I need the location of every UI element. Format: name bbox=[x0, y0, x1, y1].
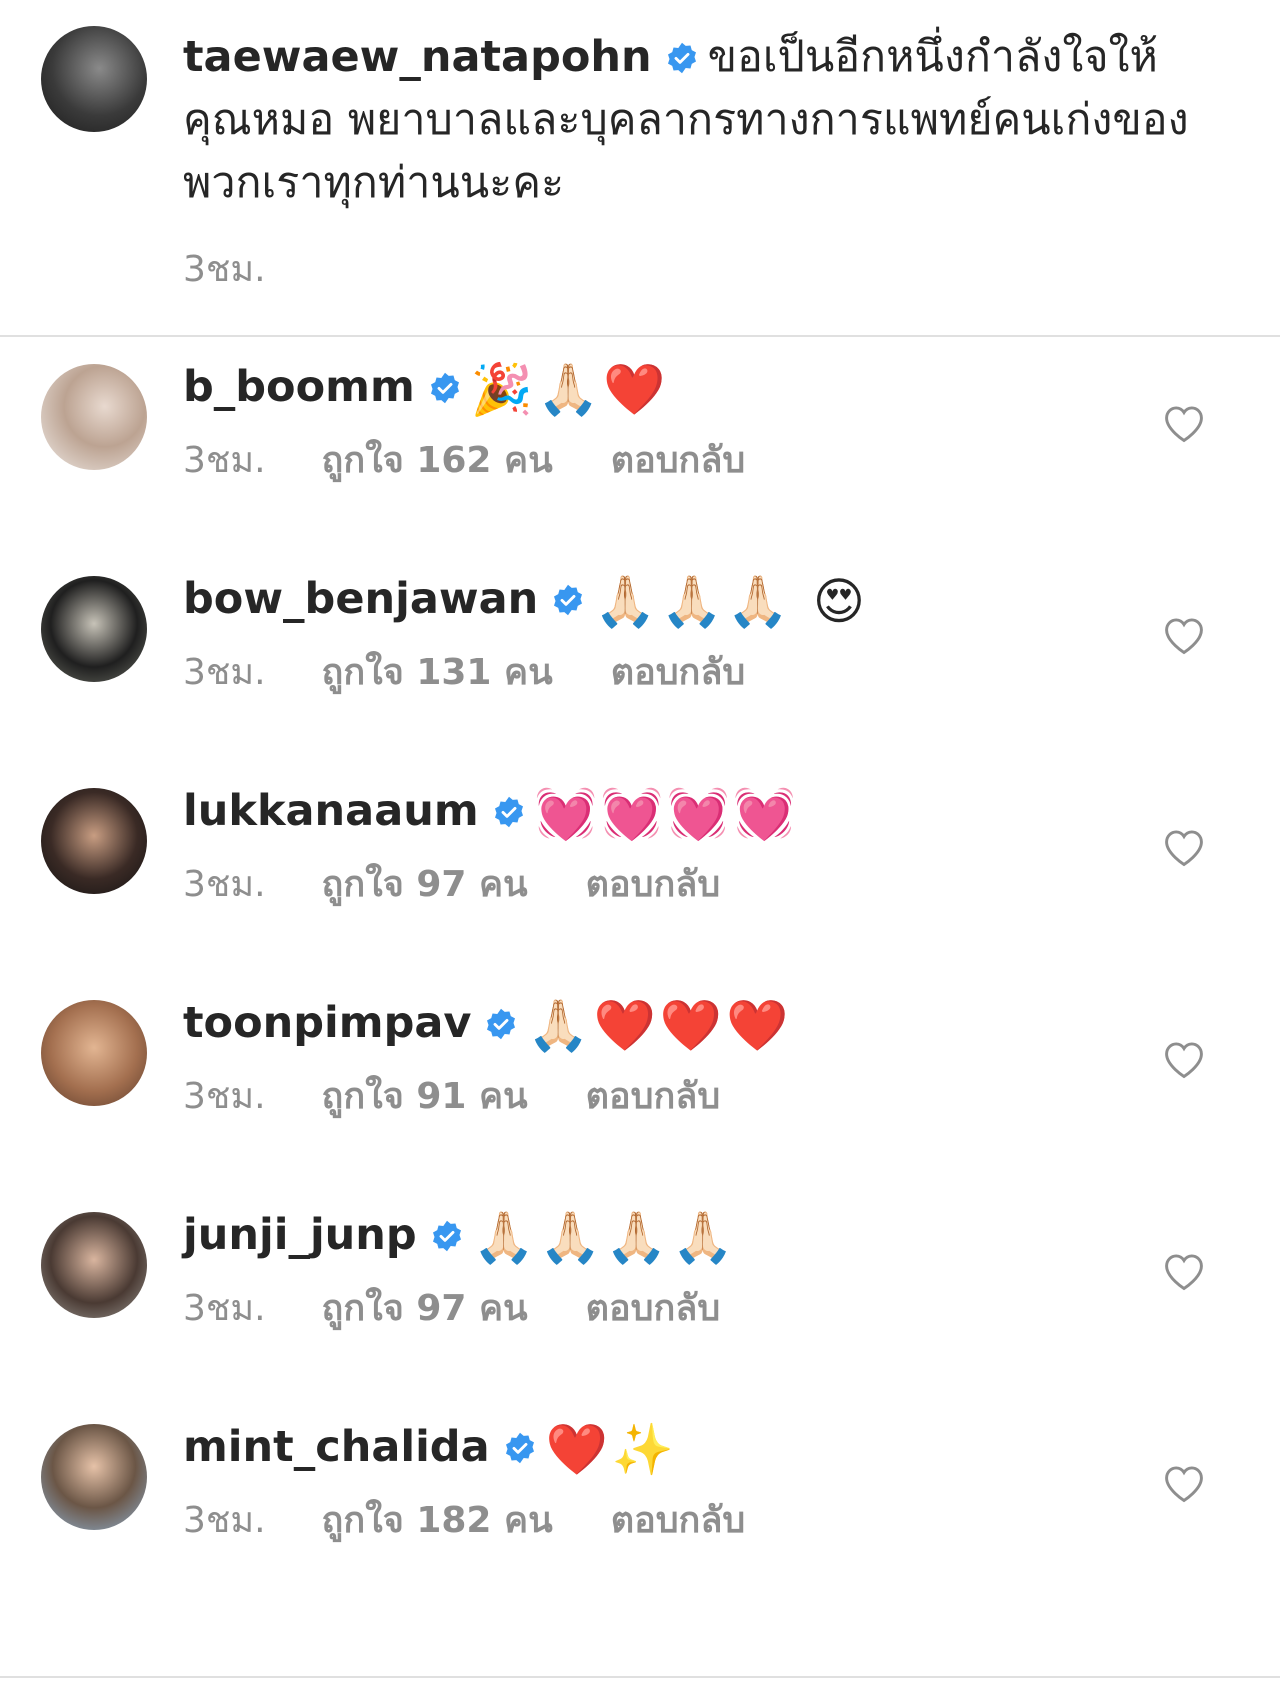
comment-timestamp: 3ชม. bbox=[183, 864, 266, 905]
avatar[interactable] bbox=[41, 1000, 147, 1106]
comment-meta: 3ชม. ถูกใจ 182 คน ตอบกลับ bbox=[183, 1496, 745, 1546]
avatar[interactable] bbox=[41, 364, 147, 470]
comment-text: b_boomm 🎉🙏🏻❤️ bbox=[183, 352, 670, 422]
comment-text: junji_junp 🙏🏻🙏🏻🙏🏻🙏🏻 bbox=[183, 1200, 738, 1270]
comment-username[interactable]: lukkanaaum bbox=[183, 786, 479, 836]
heart-outline-icon[interactable] bbox=[1162, 402, 1206, 446]
comment-username[interactable]: toonpimpav bbox=[183, 998, 471, 1048]
verified-badge-icon bbox=[432, 1220, 461, 1252]
comment-meta: 3ชม. ถูกใจ 97 คน ตอบกลับ bbox=[183, 1284, 720, 1334]
reply-button[interactable]: ตอบกลับ bbox=[586, 1284, 721, 1334]
comment-meta: 3ชม. ถูกใจ 91 คน ตอบกลับ bbox=[183, 1072, 720, 1122]
comment-timestamp: 3ชม. bbox=[183, 652, 266, 693]
caption-timestamp: 3ชม. bbox=[183, 249, 266, 290]
comment-timestamp: 3ชม. bbox=[183, 1076, 266, 1117]
like-count[interactable]: ถูกใจ 182 คน bbox=[322, 1496, 553, 1546]
comment-text: lukkanaaum 💓💓💓💓 bbox=[183, 776, 800, 846]
like-count[interactable]: ถูกใจ 97 คน bbox=[322, 1284, 528, 1334]
heart-outline-icon[interactable] bbox=[1162, 1038, 1206, 1082]
comment-username[interactable]: mint_chalida bbox=[183, 1422, 490, 1472]
comment-text: bow_benjawan 🙏🏻🙏🏻🙏🏻 😍 bbox=[183, 564, 869, 634]
like-count[interactable]: ถูกใจ 162 คน bbox=[322, 436, 553, 486]
verified-badge-icon bbox=[554, 584, 583, 616]
comment-meta: 3ชม. ถูกใจ 97 คน ตอบกลับ bbox=[183, 860, 720, 910]
comment-text: mint_chalida ❤️✨ bbox=[183, 1412, 678, 1482]
heart-outline-icon[interactable] bbox=[1162, 1462, 1206, 1506]
heart-outline-icon[interactable] bbox=[1162, 826, 1206, 870]
comment-timestamp: 3ชม. bbox=[183, 1288, 266, 1329]
comment-timestamp: 3ชม. bbox=[183, 440, 266, 481]
comment-emojis: 🙏🏻🙏🏻🙏🏻 😍 bbox=[594, 572, 870, 631]
comment-emojis: 🙏🏻❤️❤️❤️ bbox=[527, 996, 793, 1055]
verified-badge-icon bbox=[667, 42, 696, 74]
caption-username[interactable]: taewaew_natapohn bbox=[183, 32, 652, 82]
like-count[interactable]: ถูกใจ 97 คน bbox=[322, 860, 528, 910]
comment-item: junji_junp 🙏🏻🙏🏻🙏🏻🙏🏻 3ชม. ถูกใจ 97 คน ตอบกลั… bbox=[0, 1184, 1280, 1412]
avatar[interactable] bbox=[41, 576, 147, 682]
like-count[interactable]: ถูกใจ 131 คน bbox=[322, 648, 553, 698]
avatar[interactable] bbox=[41, 1424, 147, 1530]
comment-emojis: 🙏🏻🙏🏻🙏🏻🙏🏻 bbox=[472, 1208, 738, 1267]
comment-item: lukkanaaum 💓💓💓💓 3ชม. ถูกใจ 97 คน ตอบกลับ bbox=[0, 760, 1280, 988]
verified-badge-icon bbox=[430, 372, 459, 404]
comment-item: bow_benjawan 🙏🏻🙏🏻🙏🏻 😍 3ชม. ถูกใจ 131 คน ตอบ… bbox=[0, 548, 1280, 776]
heart-outline-icon[interactable] bbox=[1162, 1250, 1206, 1294]
comment-emojis: 🎉🙏🏻❤️ bbox=[470, 360, 670, 419]
reply-button[interactable]: ตอบกลับ bbox=[586, 1072, 721, 1122]
comment-meta: 3ชม. ถูกใจ 131 คน ตอบกลับ bbox=[183, 648, 745, 698]
caption-text-block: taewaew_natapohn ขอเป็นอีกหนึ่งกำลังใจให้… bbox=[183, 26, 1193, 215]
verified-badge-icon bbox=[494, 796, 523, 828]
comment-username[interactable]: bow_benjawan bbox=[183, 574, 538, 624]
comments-screen: taewaew_natapohn ขอเป็นอีกหนึ่งกำลังใจให้… bbox=[0, 0, 1280, 1688]
comment-username[interactable]: junji_junp bbox=[183, 1210, 417, 1260]
comment-emojis: 💓💓💓💓 bbox=[534, 784, 800, 843]
avatar[interactable] bbox=[41, 1212, 147, 1318]
comment-timestamp: 3ชม. bbox=[183, 1500, 266, 1541]
avatar[interactable] bbox=[41, 26, 147, 132]
comment-item: b_boomm 🎉🙏🏻❤️ 3ชม. ถูกใจ 162 คน ตอบกลับ bbox=[0, 336, 1280, 564]
comment-username[interactable]: b_boomm bbox=[183, 362, 415, 412]
reply-button[interactable]: ตอบกลับ bbox=[586, 860, 721, 910]
verified-badge-icon bbox=[487, 1008, 516, 1040]
comment-meta: 3ชม. ถูกใจ 162 คน ตอบกลับ bbox=[183, 436, 745, 486]
post-caption: taewaew_natapohn ขอเป็นอีกหนึ่งกำลังใจให้… bbox=[0, 0, 1280, 336]
like-count[interactable]: ถูกใจ 91 คน bbox=[322, 1072, 528, 1122]
comment-emojis: ❤️✨ bbox=[545, 1420, 679, 1479]
comment-item: toonpimpav 🙏🏻❤️❤️❤️ 3ชม. ถูกใจ 91 คน ตอบกลั… bbox=[0, 972, 1280, 1200]
reply-button[interactable]: ตอบกลับ bbox=[611, 648, 746, 698]
reply-button[interactable]: ตอบกลับ bbox=[611, 436, 746, 486]
heart-outline-icon[interactable] bbox=[1162, 614, 1206, 658]
verified-badge-icon bbox=[505, 1432, 534, 1464]
comment-item: mint_chalida ❤️✨ 3ชม. ถูกใจ 182 คน ตอบกลับ bbox=[0, 1396, 1280, 1624]
divider bbox=[0, 1676, 1280, 1678]
comment-text: toonpimpav 🙏🏻❤️❤️❤️ bbox=[183, 988, 792, 1058]
avatar[interactable] bbox=[41, 788, 147, 894]
reply-button[interactable]: ตอบกลับ bbox=[611, 1496, 746, 1546]
